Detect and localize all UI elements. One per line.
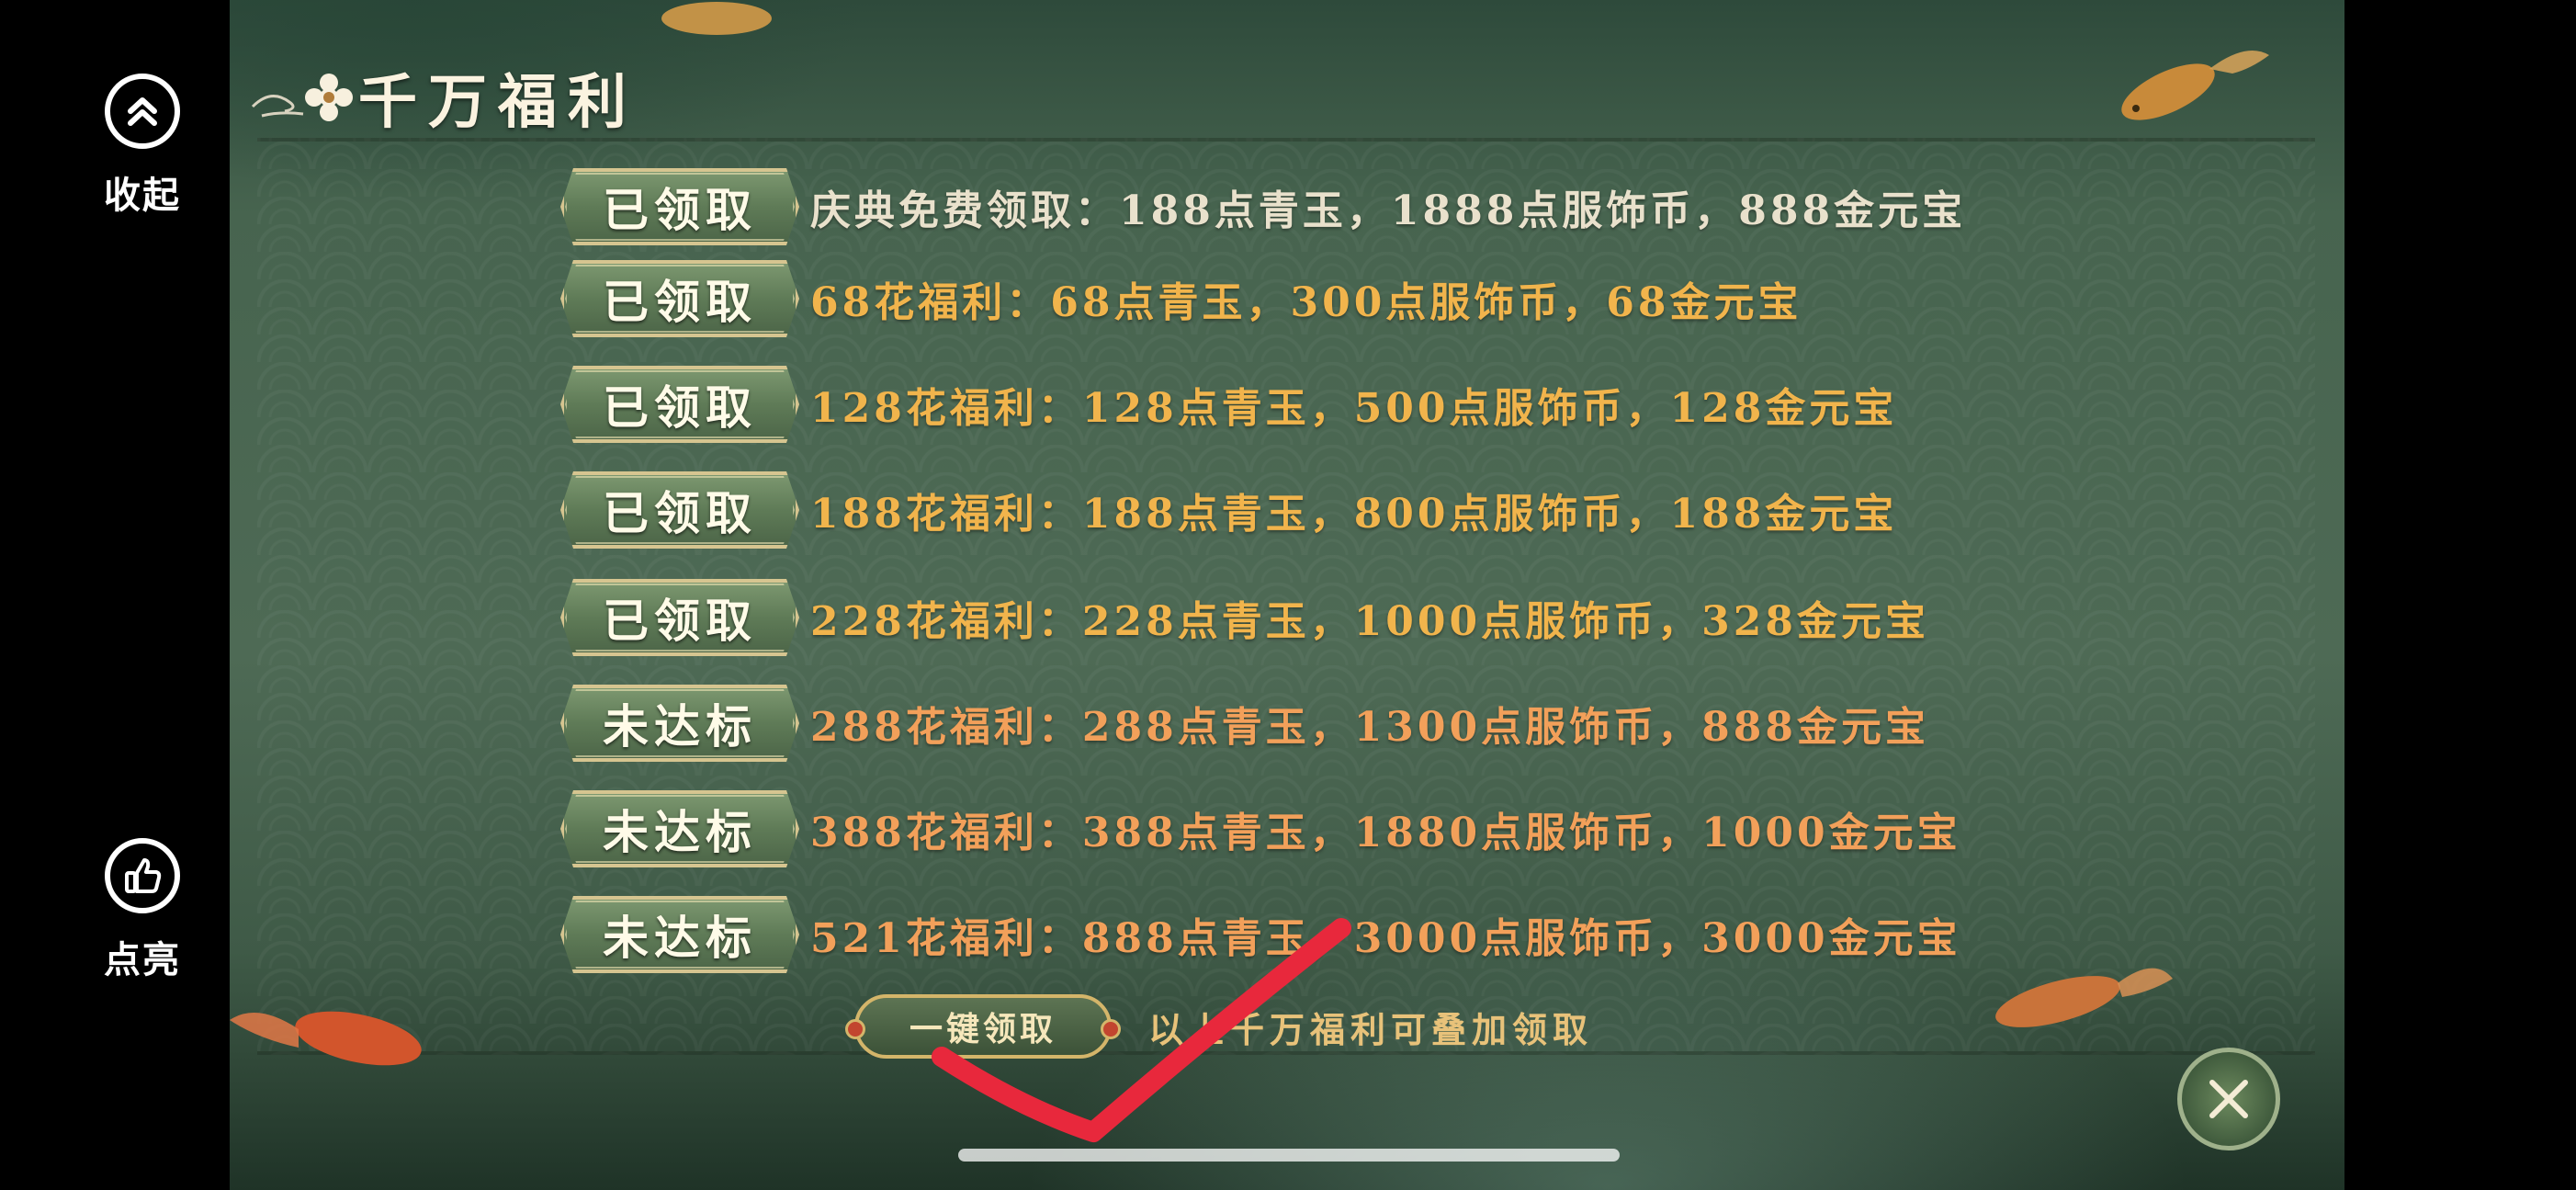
status-badge[interactable]: 已领取 bbox=[560, 168, 799, 245]
button-ornament bbox=[845, 1019, 865, 1039]
claim-all-button[interactable]: 一键领取 bbox=[845, 994, 1121, 1059]
claim-all-label: 一键领取 bbox=[909, 1010, 1056, 1048]
like-control[interactable]: 点亮 bbox=[87, 838, 198, 983]
status-badge[interactable]: 已领取 bbox=[560, 260, 799, 337]
koi-fish-decoration bbox=[661, 2, 772, 35]
reward-row: 未达标 388花福利：388点青玉，1880点服饰币，1000金元宝 bbox=[560, 788, 1961, 870]
stacking-note: 以上千万福利可叠加领取 bbox=[1148, 1009, 1594, 1050]
status-badge[interactable]: 已领取 bbox=[560, 579, 799, 656]
status-badge[interactable]: 已领取 bbox=[560, 366, 799, 443]
thumbs-up-icon[interactable] bbox=[105, 838, 180, 913]
collapse-label: 收起 bbox=[104, 175, 181, 217]
koi-fish-decoration bbox=[2121, 51, 2269, 120]
status-badge[interactable]: 未达标 bbox=[560, 896, 799, 973]
reward-row: 已领取 228花福利：228点青玉，1000点服饰币，328金元宝 bbox=[560, 576, 1929, 659]
reward-row: 未达标 288花福利：288点青玉，1300点服饰币，888金元宝 bbox=[560, 682, 1929, 765]
status-badge[interactable]: 未达标 bbox=[560, 685, 799, 762]
game-screen: 收起 点亮 千万福利 已领取 庆典免费领取：188点青玉，1888点服饰币，88… bbox=[0, 0, 2576, 1190]
collapse-control[interactable]: 收起 bbox=[87, 74, 198, 219]
flower-icon bbox=[251, 74, 353, 121]
reward-description: 388花福利：388点青玉，1880点服饰币，1000金元宝 bbox=[810, 810, 1961, 856]
status-badge[interactable]: 未达标 bbox=[560, 790, 799, 867]
reward-description: 128花福利：128点青玉，500点服饰币，128金元宝 bbox=[810, 385, 1898, 432]
panel-header: 千万福利 bbox=[248, 55, 638, 140]
reward-description: 288花福利：288点青玉，1300点服饰币，888金元宝 bbox=[810, 704, 1929, 751]
like-label: 点亮 bbox=[104, 939, 181, 981]
reward-row: 已领取 188花福利：188点青玉，800点服饰币，188金元宝 bbox=[560, 469, 1897, 551]
welfare-panel: 千万福利 已领取 庆典免费领取：188点青玉，1888点服饰币，888金元宝 已… bbox=[230, 0, 2344, 1190]
home-indicator[interactable] bbox=[958, 1149, 1620, 1162]
button-ornament bbox=[1101, 1019, 1121, 1039]
reward-description: 521花福利：888点青玉，3000点服饰币，3000金元宝 bbox=[810, 915, 1961, 962]
reward-row: 已领取 68花福利：68点青玉，300点服饰币，68金元宝 bbox=[560, 257, 1802, 340]
reward-description: 188花福利：188点青玉，800点服饰币，188金元宝 bbox=[810, 491, 1898, 538]
status-badge[interactable]: 已领取 bbox=[560, 471, 799, 549]
close-icon bbox=[2209, 1080, 2248, 1118]
close-button[interactable] bbox=[2177, 1048, 2280, 1150]
reward-description: 庆典免费领取：188点青玉，1888点服饰币，888金元宝 bbox=[810, 187, 1967, 234]
reward-description: 68花福利：68点青玉，300点服饰币，68金元宝 bbox=[810, 279, 1802, 326]
reward-row: 已领取 庆典免费领取：188点青玉，1888点服饰币，888金元宝 bbox=[560, 165, 1966, 248]
reward-row: 已领取 128花福利：128点青玉，500点服饰币，128金元宝 bbox=[560, 363, 1897, 446]
panel-title: 千万福利 bbox=[358, 68, 638, 137]
reward-row: 未达标 521花福利：888点青玉，3000点服饰币，3000金元宝 bbox=[560, 893, 1961, 976]
koi-fish-decoration bbox=[1995, 968, 2173, 1027]
double-chevron-up-icon[interactable] bbox=[105, 74, 180, 149]
koi-fish-decoration bbox=[230, 1011, 422, 1066]
reward-description: 228花福利：228点青玉，1000点服饰币，328金元宝 bbox=[810, 598, 1929, 645]
